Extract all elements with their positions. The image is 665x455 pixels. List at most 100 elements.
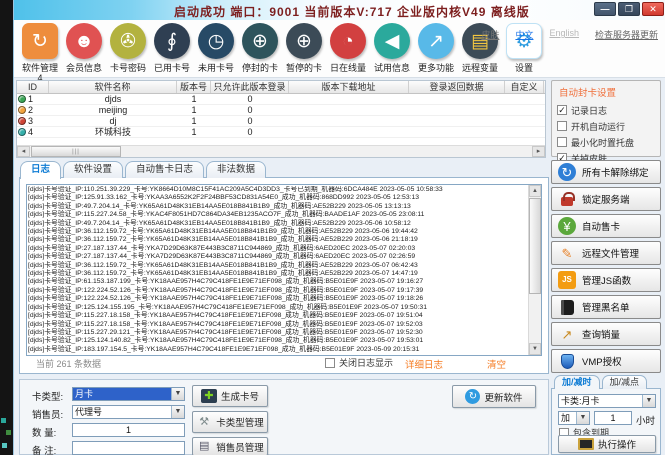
- settings-checkbox-unchecked[interactable]: 最小化时置托盘: [557, 134, 655, 150]
- sidebar-button-label: 自动售卡: [582, 219, 620, 233]
- update-software-label: 更新软件: [484, 390, 522, 404]
- close-log-checkbox[interactable]: 关闭日志显示: [325, 356, 393, 369]
- sidebar-button-lock[interactable]: 锁定服务端: [551, 187, 661, 211]
- table-horizontal-scrollbar[interactable]: ◂ ||| ▸: [17, 145, 545, 157]
- toolbar-link[interactable]: English: [549, 28, 579, 41]
- seller-manage-button[interactable]: ▤ 销售员管理: [192, 437, 268, 455]
- row-status-icon: [18, 117, 26, 125]
- sidebar-button-label: VMP授权: [582, 354, 622, 368]
- update-software-button[interactable]: ↻ 更新软件: [452, 385, 536, 408]
- table-header-cell[interactable]: 版本下载地址: [289, 81, 409, 93]
- settings-checkbox-unchecked[interactable]: 开机自动运行: [557, 118, 655, 134]
- table-row[interactable]: 4环城科技10: [17, 127, 545, 138]
- scroll-right-arrow-icon[interactable]: ▸: [532, 146, 545, 157]
- sidebar-button-sales-chart[interactable]: ↗查询销量: [551, 322, 661, 346]
- log-box[interactable]: [djds]卡号验证_IP:110.251.39.229_卡号:YK8664D1…: [26, 184, 542, 356]
- toolbar-item-daily-online-clock[interactable]: ◔日在线量: [326, 23, 370, 82]
- checkbox-icon[interactable]: [557, 121, 567, 131]
- scroll-up-arrow-icon[interactable]: ▲: [529, 185, 541, 197]
- detailed-log-link[interactable]: 详细日志: [405, 357, 443, 371]
- chevron-down-icon[interactable]: ▼: [171, 388, 184, 400]
- member-info-icon: ☻: [66, 23, 102, 59]
- checkbox-icon[interactable]: ✓: [557, 105, 567, 115]
- maximize-button[interactable]: ❐: [618, 2, 640, 16]
- tab-2[interactable]: 软件设置: [63, 161, 123, 178]
- toolbar-link[interactable]: 中文: [515, 28, 533, 41]
- table-header-cell[interactable]: 登录返回数据: [409, 81, 505, 93]
- money-bag-icon: ¥: [558, 217, 576, 235]
- card-type-select[interactable]: 月卡 ▼: [72, 387, 185, 401]
- toolbar-item-used-cards[interactable]: ∮已用卡号: [150, 23, 194, 82]
- toolbar-item-paused-cards-globe[interactable]: ⊕暂停的卡: [282, 23, 326, 82]
- sidebar-button-money-bag[interactable]: ¥ 自动售卡: [551, 214, 661, 238]
- table-header-cell[interactable]: 软件名称: [49, 81, 177, 93]
- sidebar-button-unbind-refresh[interactable]: ↻所有卡解除绑定: [551, 160, 661, 184]
- table-cell: 0: [211, 116, 289, 127]
- tab-3[interactable]: 自动售卡日志: [125, 161, 204, 178]
- execute-button[interactable]: 执行操作: [558, 435, 656, 453]
- desktop-icon-pixel: [6, 430, 11, 435]
- tab-1[interactable]: 日志: [20, 161, 61, 179]
- quantity-input[interactable]: 1: [72, 423, 185, 437]
- scroll-thumb[interactable]: [529, 198, 541, 294]
- card-type-manage-button[interactable]: ⚒ 卡类型管理: [192, 411, 268, 433]
- table-header-cell[interactable]: ID: [17, 81, 49, 93]
- generate-card-button[interactable]: ✚ 生成卡号: [192, 385, 268, 407]
- operation-select[interactable]: 加 ▼: [558, 411, 590, 425]
- close-button[interactable]: ✕: [642, 2, 664, 16]
- sidebar-button-label: 锁定服务端: [582, 192, 630, 206]
- log-line: [djds]卡号验证_IP:49.7.204.14_卡号:YK65A61D48K…: [28, 203, 527, 211]
- toolbar-item-banned-cards-globe[interactable]: ⊕停封的卡: [238, 23, 282, 82]
- chevron-down-icon[interactable]: ▼: [576, 412, 589, 424]
- log-line: [djds]卡号验证_IP:27.187.137.44_卡号:YKA7D29D6…: [28, 253, 527, 261]
- table-row[interactable]: 1djds10: [17, 94, 545, 105]
- checkbox-icon[interactable]: [557, 137, 567, 147]
- chevron-down-icon[interactable]: ▼: [642, 395, 655, 407]
- table-cell: 0: [211, 94, 289, 105]
- chevron-down-icon[interactable]: ▼: [171, 406, 184, 418]
- toolbar-item-label: 暂停的卡: [286, 61, 322, 74]
- row-status-icon: [18, 128, 26, 136]
- unused-cards-icon: ◷: [198, 23, 234, 59]
- minimize-button[interactable]: —: [594, 2, 616, 16]
- toolbar-item-trial-info-megaphone[interactable]: ◀试用信息: [370, 23, 414, 82]
- toolbar-item-more-features-chart[interactable]: ↗更多功能: [414, 23, 458, 82]
- scroll-down-arrow-icon[interactable]: ▼: [529, 343, 541, 355]
- table-cell: 0: [211, 127, 289, 138]
- clear-log-link[interactable]: 清空: [487, 357, 506, 371]
- sidebar-button-vmp-shield[interactable]: VMP授权: [551, 349, 661, 373]
- note-input[interactable]: [72, 441, 185, 455]
- table-row[interactable]: 3dj10: [17, 116, 545, 127]
- adjust-card-select[interactable]: 卡类:月卡 ▼: [558, 394, 656, 408]
- seller-select[interactable]: 代理号 ▼: [72, 405, 185, 419]
- table-header-cell[interactable]: 只允许此版本登录: [211, 81, 289, 93]
- sidebar-button-blacklist-book[interactable]: 管理黑名单: [551, 295, 661, 319]
- auto-ban-settings-title[interactable]: 自动封卡设置: [559, 85, 655, 99]
- sidebar-button-js-functions[interactable]: JS管理JS函数: [551, 268, 661, 292]
- checkbox-icon[interactable]: [325, 358, 335, 368]
- toolbar-item-label: 已用卡号: [154, 61, 190, 74]
- scroll-left-arrow-icon[interactable]: ◂: [17, 146, 30, 157]
- table-cell: 环城科技: [49, 127, 177, 138]
- toolbar-item-card-password[interactable]: ✇卡号密码: [106, 23, 150, 82]
- adjust-tab-1[interactable]: 加/减时: [554, 375, 600, 389]
- sidebar-button-file-edit[interactable]: ✎远程文件管理: [551, 241, 661, 265]
- settings-checkbox-checked[interactable]: ✓记录日志: [557, 102, 655, 118]
- toolbar-item-software-manage[interactable]: ↻软件管理4: [18, 23, 62, 82]
- toolbar-link[interactable]: 皮肤: [481, 28, 499, 41]
- table-header-cell[interactable]: 版本号: [177, 81, 211, 93]
- scroll-thumb[interactable]: |||: [31, 146, 121, 157]
- icon-slot: [558, 298, 576, 316]
- sidebar-buttons: ↻所有卡解除绑定锁定服务端 ¥ 自动售卡 ✎远程文件管理 JS管理JS函数管理黑名单 ↗查…: [551, 160, 661, 373]
- table-header-cell[interactable]: 自定义: [505, 81, 544, 93]
- toolbar-item-unused-cards[interactable]: ◷未用卡号: [194, 23, 238, 82]
- table-row[interactable]: 2meijing10: [17, 105, 545, 116]
- tab-4[interactable]: 非法数据: [206, 161, 266, 178]
- log-lines: [djds]卡号验证_IP:110.251.39.229_卡号:YK8664D1…: [28, 186, 527, 354]
- amount-input[interactable]: 1: [594, 411, 632, 425]
- toolbar-item-member-info[interactable]: ☻会员信息: [62, 23, 106, 82]
- toolbar-link[interactable]: 检查服务器更新: [595, 28, 658, 41]
- log-vertical-scrollbar[interactable]: ▲ ▼: [528, 185, 541, 355]
- adjust-tab-2[interactable]: 加/减点: [602, 375, 648, 389]
- icon-slot: [558, 352, 576, 370]
